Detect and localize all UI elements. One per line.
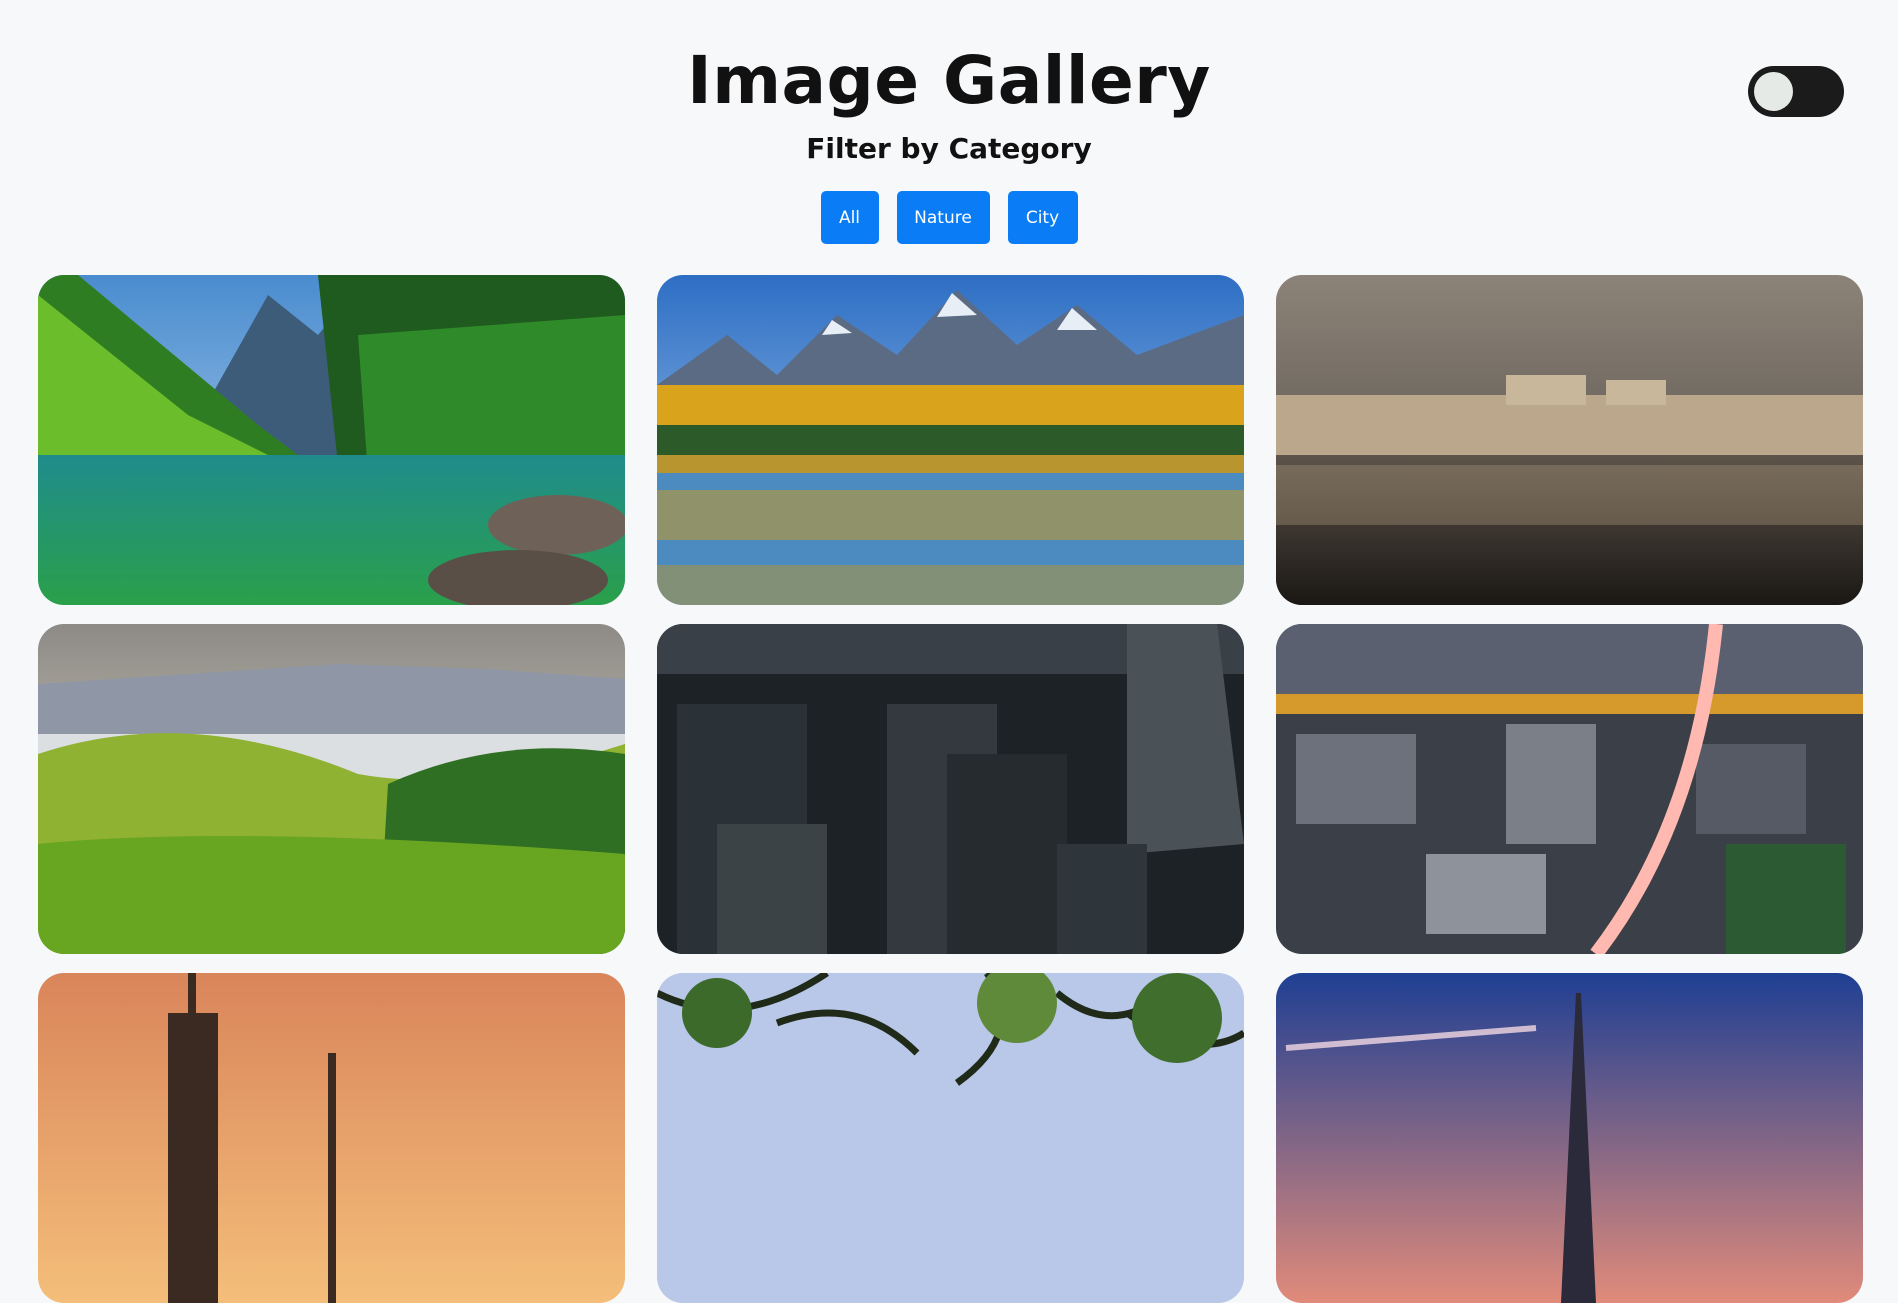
gallery-image[interactable] [38,624,625,954]
skyscraper-sunset-image [38,973,625,1303]
tree-canopy-image [657,973,1244,1303]
green-hills-image [38,624,625,954]
image-grid [0,0,1898,1303]
gallery-image[interactable] [657,624,1244,954]
city-skyscrapers-night-image [657,624,1244,954]
gallery-image[interactable] [1276,275,1863,605]
gallery-image[interactable] [1276,624,1863,954]
city-highway-night-image [1276,624,1863,954]
autumn-reflection-image [657,275,1244,605]
lake-mountain-image [38,275,625,605]
gallery-image[interactable] [1276,973,1863,1303]
night-city-waterfront-image [1276,275,1863,605]
gallery-image[interactable] [38,973,625,1303]
eiffel-tower-dusk-image [1276,973,1863,1303]
gallery-image[interactable] [38,275,625,605]
gallery-image[interactable] [657,973,1244,1303]
gallery-image[interactable] [657,275,1244,605]
